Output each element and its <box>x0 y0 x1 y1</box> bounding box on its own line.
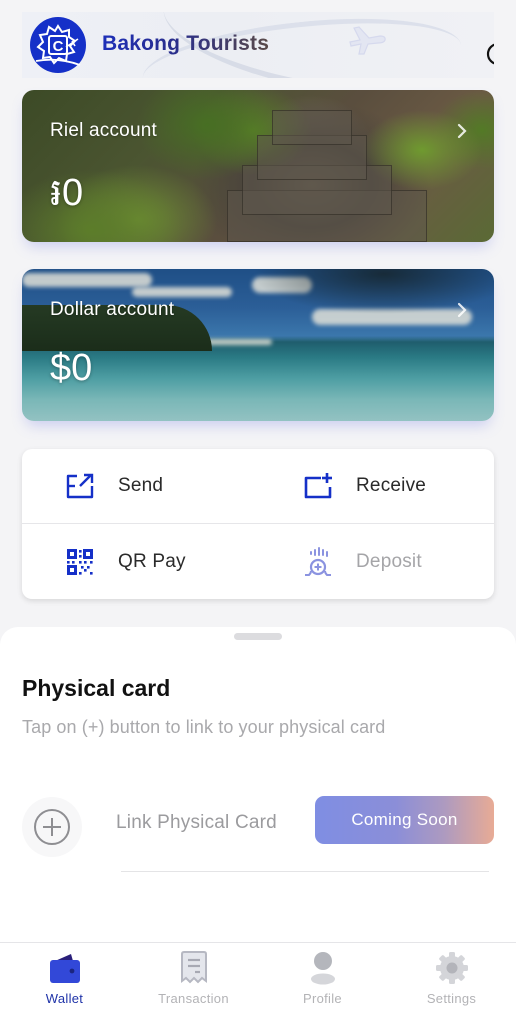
account-label: Riel account <box>50 120 157 141</box>
tab-settings[interactable]: Settings <box>387 943 516 1024</box>
divider <box>121 871 489 872</box>
app-header: C Bakong Tourists <box>22 12 494 78</box>
chevron-right-icon <box>457 123 467 139</box>
qr-code-icon <box>64 546 96 578</box>
app-title: Bakong Tourists <box>102 32 270 55</box>
chevron-right-icon <box>457 302 467 318</box>
bakong-tourists-logo: C <box>30 17 86 73</box>
link-physical-card-row: Link Physical Card Coming Soon <box>0 787 516 877</box>
svg-text:C: C <box>53 38 64 55</box>
wallet-icon <box>47 951 83 985</box>
deposit-button[interactable]: Deposit <box>302 532 422 592</box>
section-title: Physical card <box>22 675 171 701</box>
profile-icon <box>305 951 341 985</box>
section-subtitle: Tap on (+) button to link to your physic… <box>22 717 386 737</box>
receive-icon <box>302 470 334 502</box>
temple-image-detail <box>272 110 352 145</box>
tab-wallet[interactable]: Wallet <box>0 943 129 1024</box>
send-button[interactable]: Send <box>64 456 163 516</box>
cloud-image-detail <box>22 273 152 287</box>
bottom-tab-bar: Wallet Transaction Profile Settings <box>0 942 516 1024</box>
tab-label: Profile <box>303 991 342 1006</box>
receive-button[interactable]: Receive <box>302 456 426 516</box>
coming-soon-button[interactable]: Coming Soon <box>315 796 494 844</box>
add-card-button[interactable] <box>22 797 82 857</box>
qr-pay-button[interactable]: QR Pay <box>64 532 186 592</box>
quick-actions-panel: Send Receive QR Pay Deposit <box>22 449 494 599</box>
account-balance: $0 <box>50 347 93 389</box>
tab-profile[interactable]: Profile <box>258 943 387 1024</box>
airplane-icon <box>349 26 386 55</box>
send-icon <box>64 470 96 502</box>
dollar-account-card[interactable]: Dollar account $0 <box>22 269 494 421</box>
action-label: Deposit <box>356 551 422 572</box>
sheet-drag-handle[interactable] <box>234 633 282 640</box>
action-label: Send <box>118 475 164 496</box>
deposit-icon <box>302 546 334 578</box>
account-balance: ៛0 <box>50 172 84 214</box>
search-button[interactable] <box>484 40 494 70</box>
tab-label: Wallet <box>45 991 84 1006</box>
cloud-image-detail <box>202 339 272 345</box>
action-label: Receive <box>356 475 427 496</box>
cloud-image-detail <box>132 287 232 297</box>
gear-icon <box>434 951 470 985</box>
riel-account-card[interactable]: Riel account ៛0 <box>22 90 494 242</box>
account-label: Dollar account <box>50 299 175 320</box>
receipt-icon <box>176 951 212 985</box>
link-card-label: Link Physical Card <box>116 812 277 833</box>
search-icon <box>486 43 494 65</box>
divider <box>22 523 494 524</box>
plus-circle-icon <box>34 809 70 845</box>
tab-transaction[interactable]: Transaction <box>129 943 258 1024</box>
tab-label: Settings <box>426 991 477 1006</box>
action-label: QR Pay <box>118 551 186 572</box>
tab-label: Transaction <box>158 991 229 1006</box>
